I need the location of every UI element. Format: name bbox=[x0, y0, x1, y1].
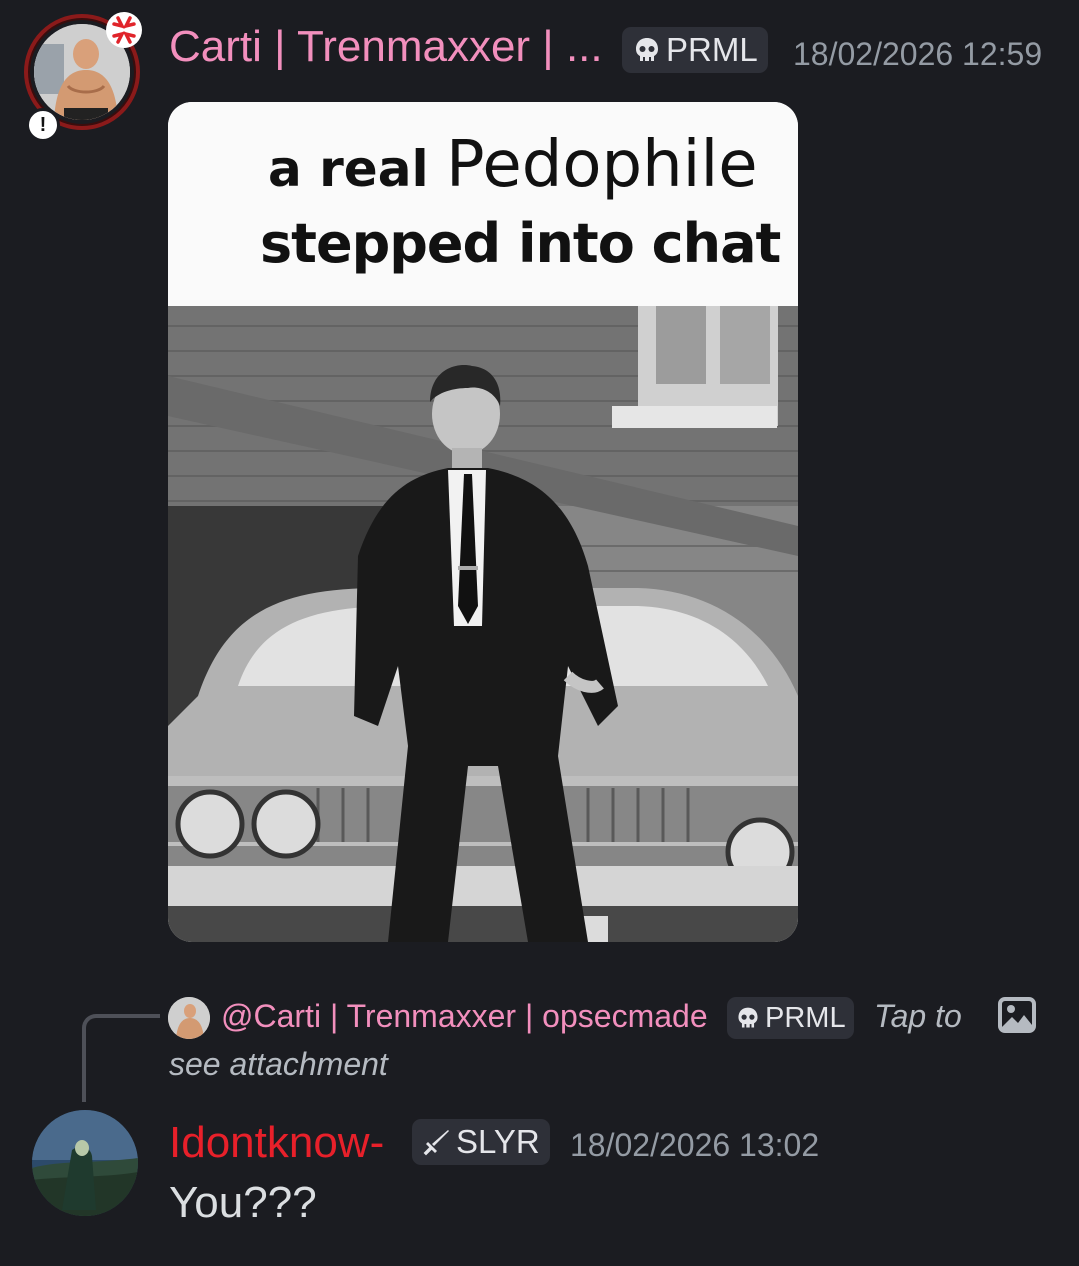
caption-text-b: Pedophile bbox=[446, 128, 758, 202]
caption-line-1: a real Pedophile bbox=[268, 128, 758, 202]
guild-tag-label: PRML bbox=[666, 31, 758, 68]
guild-tag[interactable]: PRML bbox=[622, 27, 768, 73]
reply-guild-tag-label: PRML bbox=[765, 1001, 846, 1034]
sword-icon bbox=[423, 1130, 449, 1156]
chat-view: ! Carti | Trenmaxxer | ... PRML 18/02/20… bbox=[0, 0, 1079, 1266]
meme-caption: a real Pedophile stepped into chat bbox=[168, 102, 798, 306]
meme-photo: CB bbox=[168, 306, 798, 942]
guild-tag-label: SLYR bbox=[456, 1123, 540, 1160]
reply-avatar[interactable] bbox=[168, 997, 210, 1039]
skull-icon bbox=[636, 38, 658, 61]
message-content: You??? bbox=[169, 1178, 317, 1227]
reply-mention[interactable]: @Carti | Trenmaxxer | opsecmade bbox=[221, 998, 708, 1035]
author-avatar[interactable] bbox=[32, 1110, 138, 1216]
author-avatar[interactable]: ! bbox=[24, 12, 142, 142]
author-name[interactable]: Carti | Trenmaxxer | ... bbox=[169, 22, 603, 72]
timestamp: 18/02/2026 12:59 bbox=[793, 36, 1043, 72]
author-name[interactable]: Idontknow- bbox=[169, 1118, 384, 1168]
reply-guild-tag[interactable]: PRML bbox=[727, 997, 854, 1039]
timestamp: 18/02/2026 13:02 bbox=[570, 1127, 820, 1163]
reply-preview-text[interactable]: Tap to bbox=[874, 998, 962, 1035]
skull-icon bbox=[738, 1007, 758, 1028]
image-attachment[interactable]: a real Pedophile stepped into chat bbox=[168, 102, 798, 942]
anger-icon bbox=[106, 12, 142, 48]
caption-text-a: a real bbox=[268, 140, 447, 198]
reply-connector bbox=[82, 1014, 160, 1102]
guild-tag[interactable]: SLYR bbox=[412, 1119, 550, 1165]
reply-preview-text-cont[interactable]: see attachment bbox=[169, 1046, 388, 1083]
caption-line-2: stepped into chat bbox=[260, 212, 781, 275]
image-icon bbox=[998, 997, 1036, 1033]
alert-icon: ! bbox=[26, 108, 60, 142]
